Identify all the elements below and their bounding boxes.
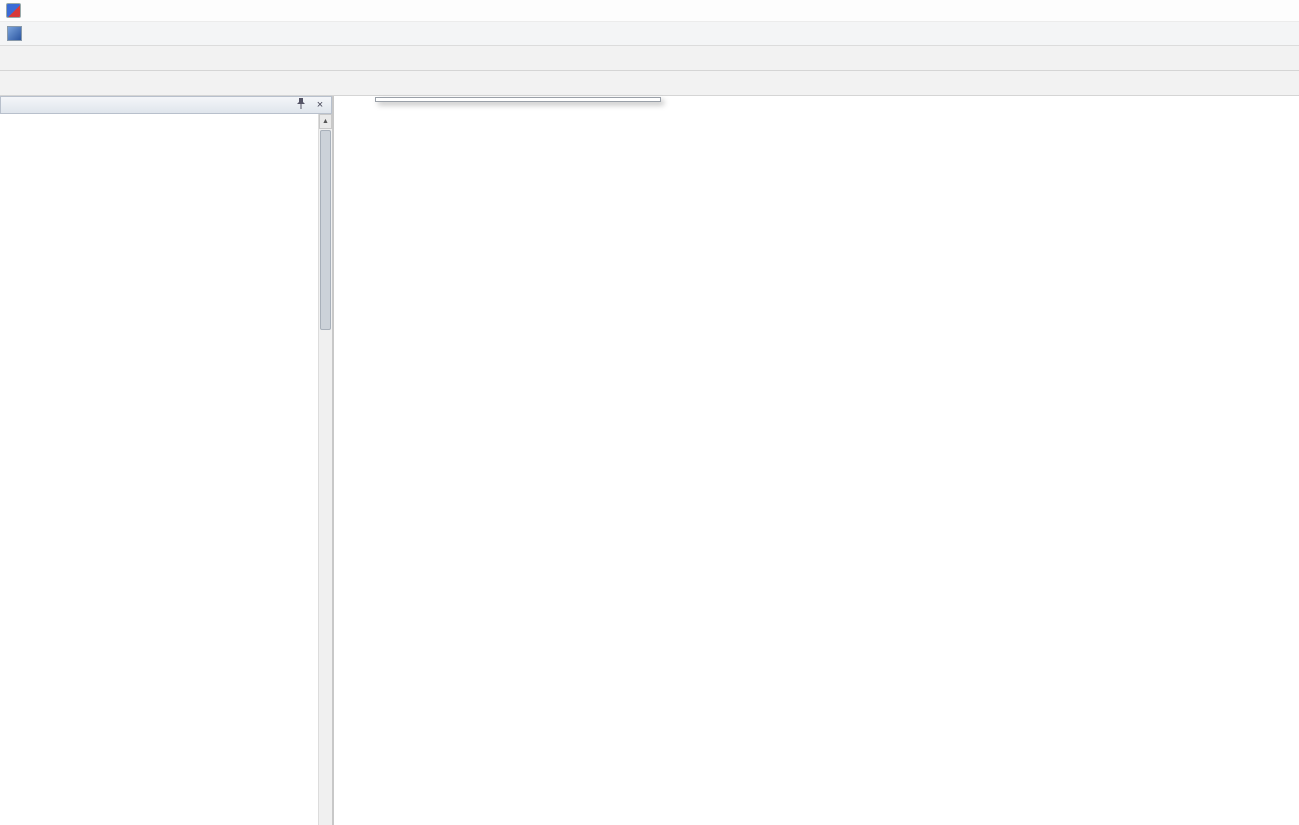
scroll-up-icon[interactable]: ▲ (319, 114, 332, 129)
toolbar-standard (0, 46, 1299, 71)
project-navigator-panel: × ▲ (0, 96, 334, 825)
rfem-window: × ▲ (0, 0, 1299, 825)
viewport[interactable] (334, 96, 1299, 825)
title-bar (0, 0, 1299, 22)
pin-icon[interactable] (294, 97, 308, 114)
app-icon (6, 3, 21, 18)
tree-scrollbar[interactable]: ▲ (318, 114, 332, 825)
main-area: × ▲ (0, 96, 1299, 825)
scrollbar-thumb[interactable] (320, 130, 331, 330)
panel-header: × (0, 96, 332, 114)
display-tree (0, 114, 318, 825)
menu-bar (0, 22, 1299, 46)
toolbar-insert (0, 71, 1299, 96)
panel-body: ▲ (0, 114, 332, 825)
surface-menu (375, 97, 661, 102)
document-icon (7, 26, 22, 41)
viewport-3d[interactable] (334, 96, 1299, 825)
close-icon[interactable]: × (313, 98, 327, 112)
